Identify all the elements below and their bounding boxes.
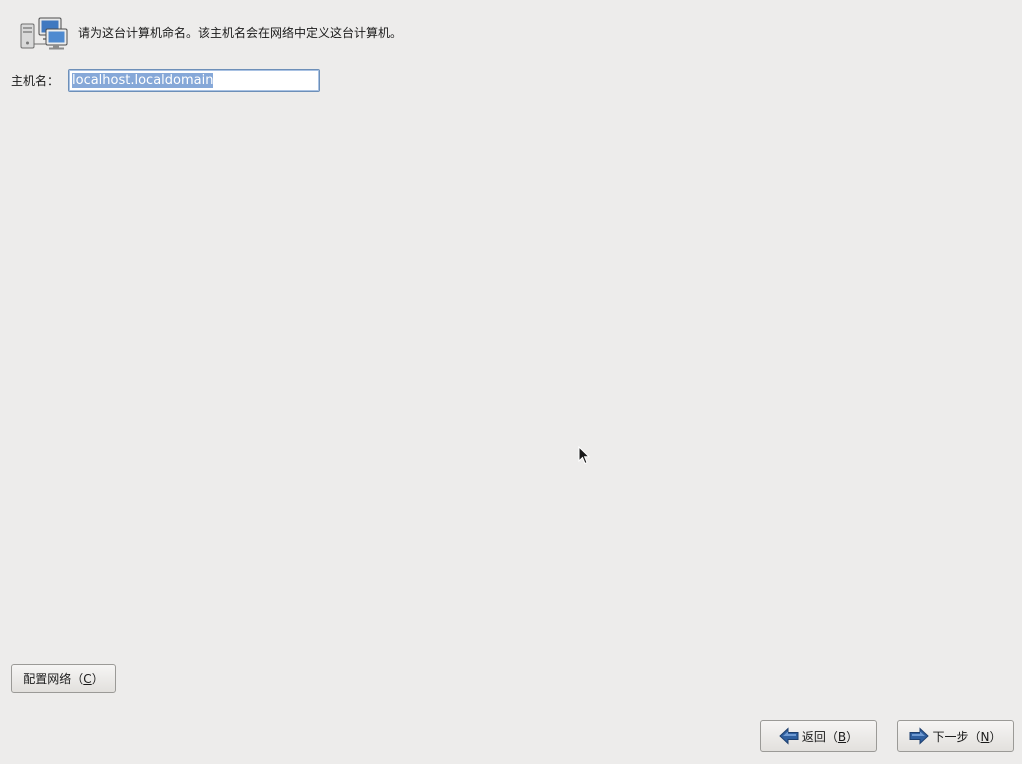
back-button[interactable]: 返回（B） bbox=[760, 720, 877, 752]
hostname-label: 主机名： bbox=[11, 74, 60, 88]
configure-network-button[interactable]: 配置网络（C） bbox=[11, 664, 116, 693]
hostname-value: localhost.localdomain bbox=[72, 73, 214, 88]
next-button[interactable]: 下一步（N） bbox=[897, 720, 1014, 752]
configure-network-label: 配置网络（C） bbox=[23, 672, 104, 686]
network-computers-icon bbox=[20, 17, 68, 50]
mouse-cursor-icon bbox=[578, 446, 590, 465]
back-label: 返回（B） bbox=[801, 729, 859, 744]
next-label: 下一步（N） bbox=[932, 729, 1002, 744]
right-arrow-icon bbox=[909, 727, 930, 745]
header-description: 请为这台计算机命名。该主机名会在网络中定义这台计算机。 bbox=[78, 26, 403, 40]
left-arrow-icon bbox=[779, 727, 799, 745]
hostname-input[interactable]: localhost.localdomain bbox=[68, 69, 320, 92]
